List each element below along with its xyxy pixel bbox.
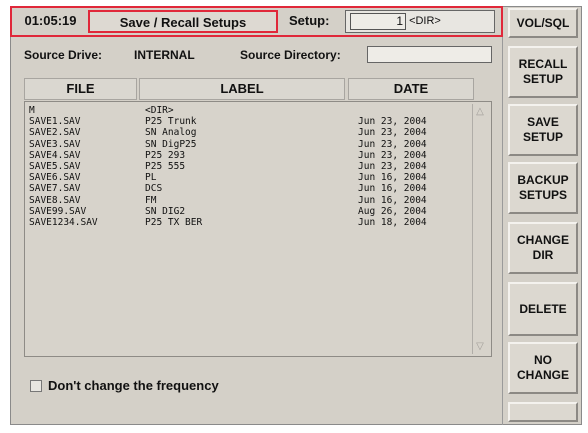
file-row[interactable]: SAVE2.SAV SN Analog Jun 23, 2004: [29, 127, 479, 138]
file-date-cell: Jun 16, 2004: [358, 194, 427, 206]
save-setup-label-1: SAVE: [527, 115, 559, 129]
blank-softkey-button[interactable]: [508, 402, 578, 422]
delete-label: DELETE: [519, 301, 567, 316]
file-label-cell: P25 TX BER: [145, 217, 203, 228]
source-drive-value[interactable]: INTERNAL: [134, 48, 195, 62]
scroll-up-icon[interactable]: △: [474, 106, 486, 117]
file-label-cell: SN DIG2: [145, 205, 186, 217]
file-list[interactable]: M <DIR> SAVE1.SAV P25 Trunk Jun 23, 2004 SAVE…: [24, 101, 492, 357]
setup-type: <DIR>: [409, 15, 441, 27]
file-date-cell: Aug 26, 2004: [358, 205, 427, 217]
delete-button[interactable]: DELETE: [508, 282, 578, 336]
file-name-cell: SAVE4.SAV: [29, 149, 81, 161]
column-header-date[interactable]: DATE: [348, 78, 474, 100]
backup-setups-label-2: SETUPS: [518, 188, 567, 202]
clock-time: 01:05:19: [24, 13, 77, 28]
change-dir-label-1: CHANGE: [516, 233, 569, 247]
file-row[interactable]: SAVE99.SAV SN DIG2 Aug 26, 2004: [29, 206, 479, 217]
file-label-cell: DCS: [145, 183, 163, 195]
softkey-separator: [502, 6, 503, 425]
file-name-cell: M: [29, 105, 35, 116]
file-name-cell: SAVE99.SAV: [29, 205, 87, 217]
setup-field[interactable]: 1 <DIR>: [345, 10, 495, 33]
file-name-cell: SAVE6.SAV: [29, 172, 81, 184]
no-change-label-1: NO: [534, 353, 552, 367]
file-row[interactable]: SAVE1.SAV P25 Trunk Jun 23, 2004: [29, 116, 479, 127]
setup-label: Setup:: [289, 13, 330, 28]
source-directory-field[interactable]: [367, 46, 492, 63]
save-setup-label-2: SETUP: [522, 130, 563, 144]
recall-setup-label-1: RECALL: [518, 57, 568, 71]
list-scrollbar[interactable]: △ ▽: [472, 104, 488, 354]
file-date-cell: Jun 23, 2004: [358, 116, 427, 128]
file-row[interactable]: SAVE5.SAV P25 555 Jun 23, 2004: [29, 161, 479, 172]
no-change-label-2: CHANGE: [516, 368, 569, 382]
scroll-down-icon[interactable]: ▽: [474, 341, 486, 352]
file-date-cell: Jun 23, 2004: [358, 161, 427, 172]
file-date-cell: Jun 23, 2004: [358, 127, 427, 139]
file-label-cell: SN Analog: [145, 127, 197, 139]
change-dir-button[interactable]: CHANGE DIR: [508, 222, 578, 274]
recall-setup-label-2: SETUP: [522, 72, 563, 86]
file-label-cell: FM: [145, 194, 157, 206]
file-row[interactable]: SAVE4.SAV P25 293 Jun 23, 2004: [29, 150, 479, 161]
file-name-cell: SAVE2.SAV: [29, 127, 81, 139]
file-name-cell: SAVE3.SAV: [29, 138, 81, 150]
save-setup-button[interactable]: SAVE SETUP: [508, 104, 578, 156]
file-name-cell: SAVE8.SAV: [29, 194, 81, 206]
file-date-cell: Jun 18, 2004: [358, 217, 427, 228]
file-label-cell: P25 293: [145, 149, 186, 161]
file-label-cell: P25 555: [145, 161, 186, 172]
column-header-file[interactable]: FILE: [24, 78, 137, 100]
file-name-cell: SAVE5.SAV: [29, 161, 81, 172]
file-label-cell: <DIR>: [145, 105, 174, 116]
source-drive-label: Source Drive:: [24, 48, 103, 62]
file-row[interactable]: SAVE3.SAV SN DigP25 Jun 23, 2004: [29, 139, 479, 150]
vol-sql-label: VOL/SQL: [516, 15, 570, 30]
file-row[interactable]: SAVE8.SAV FM Jun 16, 2004: [29, 195, 479, 206]
source-directory-label: Source Directory:: [240, 48, 341, 62]
file-name-cell: SAVE1234.SAV: [29, 217, 98, 228]
file-date-cell: Jun 16, 2004: [358, 183, 427, 195]
file-label-cell: PL: [145, 172, 157, 184]
backup-setups-button[interactable]: BACKUP SETUPS: [508, 162, 578, 214]
backup-setups-label-1: BACKUP: [517, 173, 569, 187]
file-row[interactable]: SAVE7.SAV DCS Jun 16, 2004: [29, 183, 479, 194]
file-name-cell: SAVE1.SAV: [29, 116, 81, 128]
column-header-label[interactable]: LABEL: [139, 78, 345, 100]
no-change-button[interactable]: NO CHANGE: [508, 342, 578, 394]
file-row[interactable]: SAVE6.SAV PL Jun 16, 2004: [29, 172, 479, 183]
keep-frequency-label: Don't change the frequency: [48, 378, 219, 393]
keep-frequency-checkbox[interactable]: [30, 380, 42, 392]
recall-setup-button[interactable]: RECALL SETUP: [508, 46, 578, 98]
vol-sql-button[interactable]: VOL/SQL: [508, 8, 578, 38]
file-date-cell: Jun 16, 2004: [358, 172, 427, 184]
file-row[interactable]: SAVE1234.SAV P25 TX BER Jun 18, 2004: [29, 217, 479, 228]
file-date-cell: Jun 23, 2004: [358, 149, 427, 161]
file-name-cell: SAVE7.SAV: [29, 183, 81, 195]
file-row[interactable]: M <DIR>: [29, 105, 479, 116]
change-dir-label-2: DIR: [532, 248, 554, 262]
file-date-cell: Jun 23, 2004: [358, 138, 427, 150]
page-title: Save / Recall Setups: [88, 10, 278, 33]
file-label-cell: P25 Trunk: [145, 116, 197, 128]
file-label-cell: SN DigP25: [145, 138, 197, 150]
setup-number[interactable]: 1: [350, 12, 406, 30]
